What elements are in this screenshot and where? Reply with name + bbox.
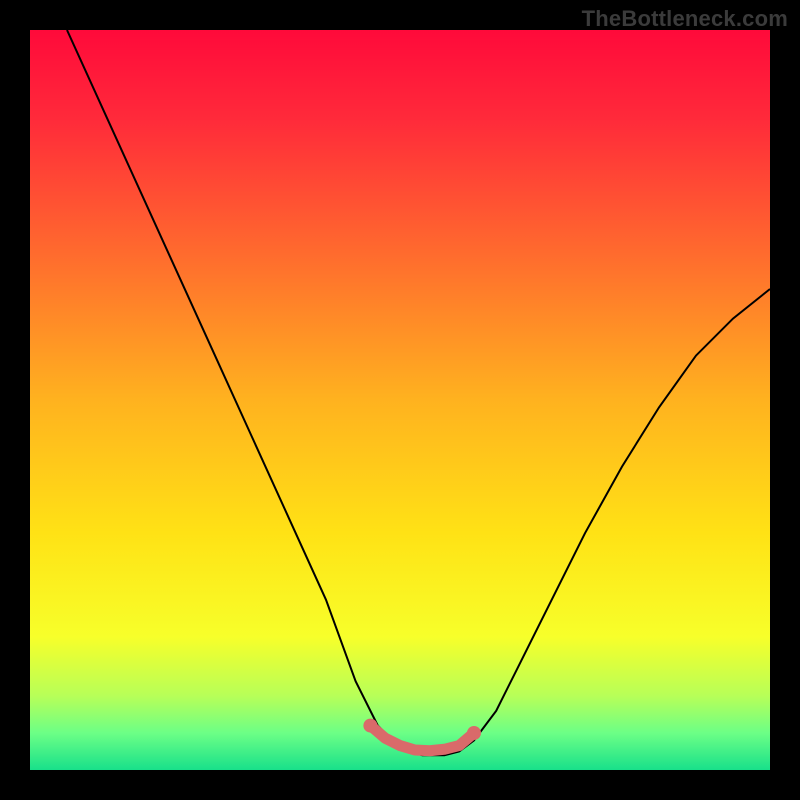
watermark-text: TheBottleneck.com [582,6,788,32]
bottleneck-chart [0,0,800,800]
optimal-region-endpoint [467,726,481,740]
optimal-region-endpoint [363,719,377,733]
chart-container: TheBottleneck.com [0,0,800,800]
gradient-background [30,30,770,770]
